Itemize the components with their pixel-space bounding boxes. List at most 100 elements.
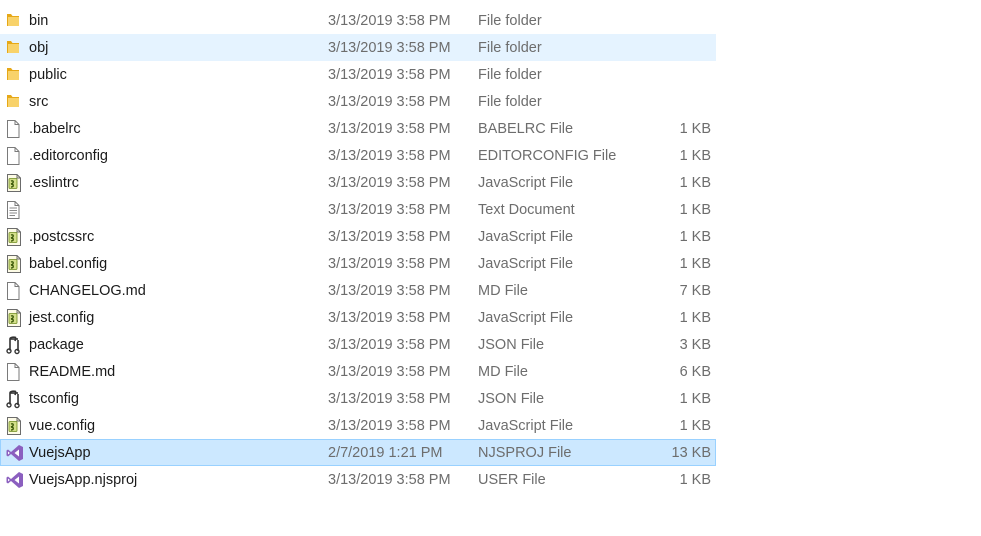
javascript-file-icon <box>5 413 25 439</box>
file-size: 1 KB <box>679 202 711 218</box>
file-size: 1 KB <box>679 310 711 326</box>
file-type: USER File <box>478 472 546 488</box>
file-type: JSON File <box>478 391 545 407</box>
file-size: 6 KB <box>679 364 711 380</box>
json-file-icon <box>5 386 25 412</box>
file-name: vue.config <box>29 418 96 434</box>
file-row[interactable]: .babelrc 3/13/2019 3:58 PM BABELRC File … <box>0 115 716 142</box>
file-type: MD File <box>478 364 528 380</box>
file-type: File folder <box>478 13 542 29</box>
file-type: BABELRC File <box>478 121 574 137</box>
folder-icon <box>5 89 25 115</box>
javascript-file-icon <box>5 224 25 250</box>
blank-file-icon <box>5 116 25 142</box>
file-row[interactable]: tsconfig 3/13/2019 3:58 PM JSON File 1 K… <box>0 385 716 412</box>
file-date-modified: 3/13/2019 3:58 PM <box>328 94 451 110</box>
file-name: bin <box>29 13 49 29</box>
file-size: 1 KB <box>679 229 711 245</box>
file-type: JavaScript File <box>478 310 574 326</box>
file-name: babel.config <box>29 256 108 272</box>
file-date-modified: 3/13/2019 3:58 PM <box>328 256 451 272</box>
file-size: 13 KB <box>671 445 712 461</box>
file-date-modified: 3/13/2019 3:58 PM <box>328 148 451 164</box>
file-row[interactable]: babel.config 3/13/2019 3:58 PM JavaScrip… <box>0 250 716 277</box>
file-size: 1 KB <box>679 418 711 434</box>
file-date-modified: 3/13/2019 3:58 PM <box>328 364 451 380</box>
file-row[interactable]: vue.config 3/13/2019 3:58 PM JavaScript … <box>0 412 716 439</box>
text-file-icon <box>5 197 25 223</box>
file-date-modified: 3/13/2019 3:58 PM <box>328 175 451 191</box>
file-size: 7 KB <box>679 283 711 299</box>
file-row[interactable]: 3/13/2019 3:58 PM Text Document 1 KB <box>0 196 716 223</box>
file-size: 1 KB <box>679 472 711 488</box>
file-name: src <box>29 94 49 110</box>
file-row[interactable]: obj 3/13/2019 3:58 PM File folder <box>0 34 716 61</box>
file-name: .editorconfig <box>29 148 108 164</box>
file-name: .eslintrc <box>29 175 79 191</box>
visual-studio-icon <box>5 440 25 466</box>
file-size: 1 KB <box>679 391 711 407</box>
file-name: CHANGELOG.md <box>29 283 146 299</box>
file-date-modified: 3/13/2019 3:58 PM <box>328 472 451 488</box>
file-type: MD File <box>478 283 528 299</box>
file-size: 3 KB <box>679 337 711 353</box>
file-date-modified: 2/7/2019 1:21 PM <box>328 445 443 461</box>
file-name: package <box>29 337 84 353</box>
file-row[interactable]: .eslintrc 3/13/2019 3:58 PM JavaScript F… <box>0 169 716 196</box>
file-row[interactable]: README.md 3/13/2019 3:58 PM MD File 6 KB <box>0 358 716 385</box>
file-date-modified: 3/13/2019 3:58 PM <box>328 337 451 353</box>
file-name: public <box>29 67 67 83</box>
json-file-icon <box>5 332 25 358</box>
file-date-modified: 3/13/2019 3:58 PM <box>328 40 451 56</box>
blank-file-icon <box>5 143 25 169</box>
file-type: NJSPROJ File <box>478 445 572 461</box>
file-type: JavaScript File <box>478 256 574 272</box>
file-date-modified: 3/13/2019 3:58 PM <box>328 391 451 407</box>
file-row[interactable]: VuejsApp 2/7/2019 1:21 PM NJSPROJ File 1… <box>0 439 716 466</box>
file-name: .babelrc <box>29 121 81 137</box>
file-name: VuejsApp <box>29 445 91 461</box>
file-type: JavaScript File <box>478 175 574 191</box>
file-row[interactable]: src 3/13/2019 3:58 PM File folder <box>0 88 716 115</box>
file-date-modified: 3/13/2019 3:58 PM <box>328 283 451 299</box>
file-date-modified: 3/13/2019 3:58 PM <box>328 121 451 137</box>
file-size: 1 KB <box>679 148 711 164</box>
file-row[interactable]: .postcssrc 3/13/2019 3:58 PM JavaScript … <box>0 223 716 250</box>
blank-file-icon <box>5 359 25 385</box>
folder-icon <box>5 62 25 88</box>
file-row[interactable]: package 3/13/2019 3:58 PM JSON File 3 KB <box>0 331 716 358</box>
file-name: README.md <box>29 364 116 380</box>
file-type: File folder <box>478 67 542 83</box>
javascript-file-icon <box>5 170 25 196</box>
file-type: File folder <box>478 40 542 56</box>
file-type: JavaScript File <box>478 418 574 434</box>
file-date-modified: 3/13/2019 3:58 PM <box>328 418 451 434</box>
folder-icon <box>5 35 25 61</box>
file-type: JavaScript File <box>478 229 574 245</box>
javascript-file-icon <box>5 251 25 277</box>
file-date-modified: 3/13/2019 3:58 PM <box>328 310 451 326</box>
folder-icon <box>5 8 25 34</box>
file-type: JSON File <box>478 337 545 353</box>
file-row[interactable]: CHANGELOG.md 3/13/2019 3:58 PM MD File 7… <box>0 277 716 304</box>
file-date-modified: 3/13/2019 3:58 PM <box>328 67 451 83</box>
file-name: obj <box>29 40 49 56</box>
file-name: tsconfig <box>29 391 79 407</box>
file-row[interactable]: .editorconfig 3/13/2019 3:58 PM EDITORCO… <box>0 142 716 169</box>
file-size: 1 KB <box>679 256 711 272</box>
file-type: Text Document <box>478 202 575 218</box>
file-name: jest.config <box>29 310 95 326</box>
file-row[interactable]: VuejsApp.njsproj 3/13/2019 3:58 PM USER … <box>0 466 716 493</box>
file-row[interactable]: public 3/13/2019 3:58 PM File folder <box>0 61 716 88</box>
visual-studio-icon <box>5 467 25 493</box>
file-size: 1 KB <box>679 121 711 137</box>
file-size: 1 KB <box>679 175 711 191</box>
file-name: .postcssrc <box>29 229 95 245</box>
file-type: File folder <box>478 94 542 110</box>
file-date-modified: 3/13/2019 3:58 PM <box>328 13 451 29</box>
file-row[interactable]: jest.config 3/13/2019 3:58 PM JavaScript… <box>0 304 716 331</box>
file-list: bin 3/13/2019 3:58 PM File folder obj 3/… <box>0 7 716 493</box>
file-row[interactable]: bin 3/13/2019 3:58 PM File folder <box>0 7 716 34</box>
blank-file-icon <box>5 278 25 304</box>
file-date-modified: 3/13/2019 3:58 PM <box>328 229 451 245</box>
